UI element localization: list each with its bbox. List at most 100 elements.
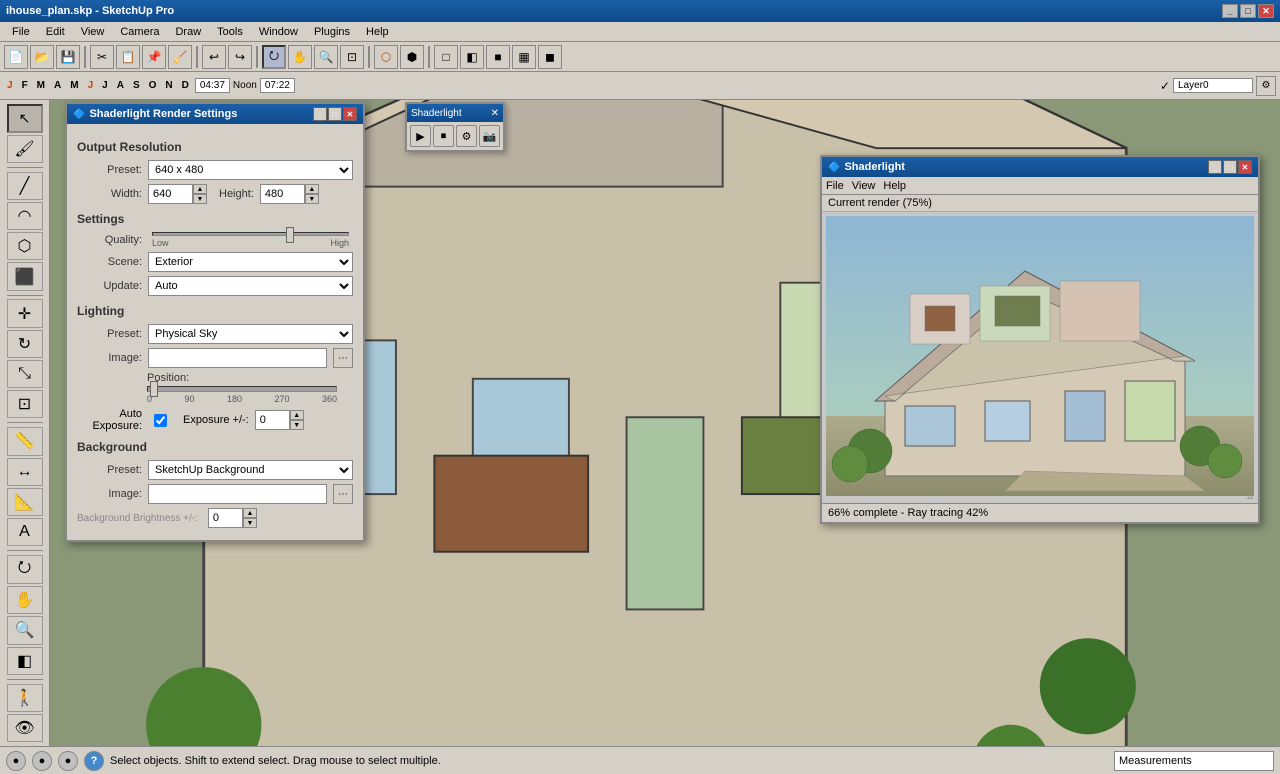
height-input[interactable]: 480 [260, 184, 305, 204]
month-J3[interactable]: J [99, 79, 111, 92]
paint-tool[interactable]: 🖌 [7, 135, 43, 163]
browse-button[interactable]: ⋯ [333, 348, 353, 368]
lookaround-tool[interactable]: 👁 [7, 714, 43, 742]
bg-brightness-up[interactable]: ▲ [243, 508, 257, 518]
pan-tool[interactable]: ✋ [7, 586, 43, 614]
rotate-tool[interactable]: ↻ [7, 330, 43, 358]
width-down[interactable]: ▼ [193, 194, 207, 204]
position-slider[interactable] [147, 386, 337, 392]
width-input[interactable]: 640 [148, 184, 193, 204]
menu-camera[interactable]: Camera [112, 24, 167, 40]
orbit-tool[interactable]: ⭮ [7, 555, 43, 584]
zoomfit-button[interactable]: ⊡ [340, 45, 364, 69]
text-tool[interactable]: A [7, 518, 43, 546]
exposure-up[interactable]: ▲ [290, 410, 304, 420]
status-icon-3[interactable]: ● [58, 751, 78, 771]
orbit-button[interactable]: ⭮ [262, 45, 286, 69]
month-J[interactable]: J [4, 79, 16, 92]
textured-button[interactable]: ▦ [512, 45, 536, 69]
hidden-button[interactable]: ◧ [460, 45, 484, 69]
quality-thumb[interactable] [286, 227, 294, 243]
push-tool[interactable]: ⬛ [7, 262, 43, 290]
copy-button[interactable]: 📋 [116, 45, 140, 69]
protractor-tool[interactable]: 📐 [7, 488, 43, 516]
month-M2[interactable]: M [67, 79, 81, 92]
rw-menu-file[interactable]: File [826, 180, 844, 192]
bg-image-input[interactable] [148, 484, 327, 504]
tape-tool[interactable]: 📏 [7, 427, 43, 455]
status-icon-2[interactable]: ● [32, 751, 52, 771]
close-button[interactable]: ✕ [1258, 4, 1274, 18]
viewport[interactable]: 🔷 Shaderlight Render Settings _ □ ✕ Outp… [50, 100, 1280, 746]
layer-settings[interactable]: ⚙ [1256, 76, 1276, 96]
paste-button[interactable]: 📌 [142, 45, 166, 69]
redo-button[interactable]: ↪ [228, 45, 252, 69]
rw-minimize[interactable]: _ [1208, 160, 1222, 174]
height-down[interactable]: ▼ [305, 194, 319, 204]
resolution-preset-select[interactable]: 640 x 480 800 x 600 1024 x 768 1280 x 72… [148, 160, 353, 180]
move-tool[interactable]: ✛ [7, 299, 43, 327]
rw-close[interactable]: ✕ [1238, 160, 1252, 174]
dialog-title-bar[interactable]: 🔷 Shaderlight Render Settings _ □ ✕ [67, 104, 363, 124]
offset-tool[interactable]: ⊡ [7, 390, 43, 418]
rw-maximize[interactable]: □ [1223, 160, 1237, 174]
month-J2[interactable]: J [85, 79, 97, 92]
month-A[interactable]: A [51, 79, 64, 92]
update-select[interactable]: Auto Manual [148, 276, 353, 296]
sl-settings-button[interactable]: ⚙ [456, 125, 477, 147]
section-tool[interactable]: ◧ [7, 647, 43, 675]
status-icon-1[interactable]: ● [6, 751, 26, 771]
quality-slider[interactable] [152, 232, 349, 236]
scene-select[interactable]: Exterior Interior Custom [148, 252, 353, 272]
resize-handle[interactable]: ⊿ [1246, 491, 1256, 501]
bg-brightness-down[interactable]: ▼ [243, 518, 257, 528]
auto-exposure-checkbox[interactable] [154, 414, 167, 427]
pan-button[interactable]: ✋ [288, 45, 312, 69]
mono-button[interactable]: ◼ [538, 45, 562, 69]
rw-title-bar[interactable]: 🔷 Shaderlight _ □ ✕ [822, 157, 1258, 177]
open-button[interactable]: 📂 [30, 45, 54, 69]
menu-tools[interactable]: Tools [209, 24, 251, 40]
dim-tool[interactable]: ↔ [7, 458, 43, 486]
render2-button[interactable]: ⬢ [400, 45, 424, 69]
dialog-minimize[interactable]: _ [313, 107, 327, 121]
month-F[interactable]: F [19, 79, 31, 92]
exposure-input[interactable] [255, 410, 290, 430]
menu-help[interactable]: Help [358, 24, 397, 40]
render-button[interactable]: ⬡ [374, 45, 398, 69]
month-D[interactable]: D [179, 79, 192, 92]
month-M[interactable]: M [34, 79, 48, 92]
maximize-button[interactable]: □ [1240, 4, 1256, 18]
image-input[interactable] [148, 348, 327, 368]
menu-file[interactable]: File [4, 24, 38, 40]
menu-window[interactable]: Window [251, 24, 306, 40]
zoom-button[interactable]: 🔍 [314, 45, 338, 69]
arc-tool[interactable]: ◠ [7, 202, 43, 230]
sl-camera-button[interactable]: 📷 [479, 125, 500, 147]
title-bar-controls[interactable]: _ □ ✕ [1222, 4, 1274, 18]
menu-plugins[interactable]: Plugins [306, 24, 358, 40]
erase-button[interactable]: 🧹 [168, 45, 192, 69]
month-A2[interactable]: A [114, 79, 127, 92]
walk-tool[interactable]: 🚶 [7, 684, 43, 712]
menu-view[interactable]: View [73, 24, 113, 40]
select-tool[interactable]: ↖ [7, 104, 43, 133]
month-S[interactable]: S [130, 79, 143, 92]
save-button[interactable]: 💾 [56, 45, 80, 69]
new-button[interactable]: 📄 [4, 45, 28, 69]
help-icon[interactable]: ? [84, 751, 104, 771]
undo-button[interactable]: ↩ [202, 45, 226, 69]
bg-brightness-input[interactable] [208, 508, 243, 528]
dialog-close[interactable]: ✕ [343, 107, 357, 121]
shaded-button[interactable]: ■ [486, 45, 510, 69]
exposure-down[interactable]: ▼ [290, 420, 304, 430]
time-start[interactable]: 04:37 [195, 78, 230, 93]
scale-tool[interactable]: ⤡ [7, 360, 43, 388]
dialog-controls[interactable]: _ □ ✕ [313, 107, 357, 121]
lighting-preset-select[interactable]: Physical Sky HDR Image Artificial No Lig… [148, 324, 353, 344]
rw-menu-help[interactable]: Help [883, 180, 906, 192]
sl-pause-button[interactable]: ⏹ [433, 125, 454, 147]
zoom-tool[interactable]: 🔍 [7, 616, 43, 644]
width-up[interactable]: ▲ [193, 184, 207, 194]
layer-select[interactable]: Layer0 [1173, 78, 1253, 93]
